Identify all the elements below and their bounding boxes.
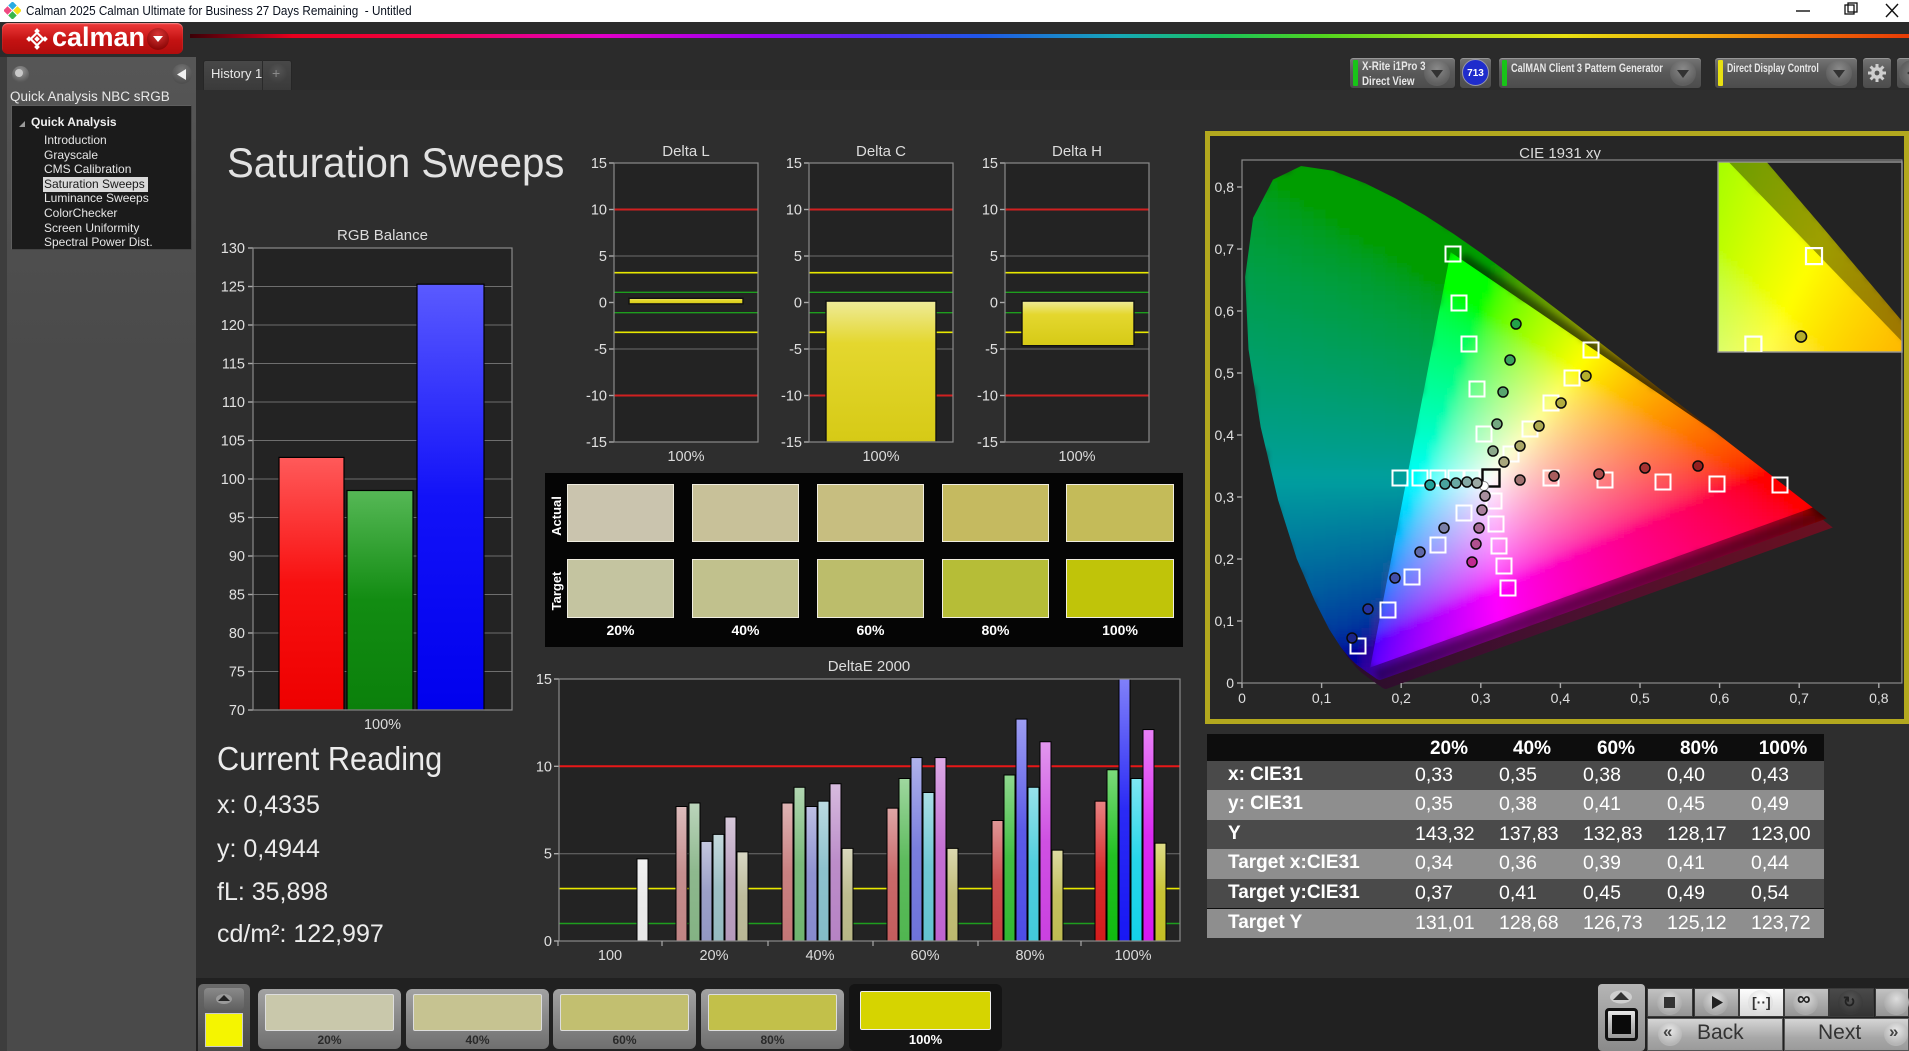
svg-text:100%: 100% xyxy=(1114,948,1151,964)
svg-text:0,8: 0,8 xyxy=(1869,690,1889,706)
svg-text:-5: -5 xyxy=(985,342,998,358)
svg-text:-10: -10 xyxy=(781,389,802,405)
svg-text:115: 115 xyxy=(222,357,245,373)
svg-text:0: 0 xyxy=(990,296,998,312)
svg-text:10: 10 xyxy=(536,759,552,775)
svg-text:5: 5 xyxy=(544,847,552,863)
svg-text:20%: 20% xyxy=(699,948,728,964)
svg-text:5: 5 xyxy=(794,249,802,265)
svg-text:0,7: 0,7 xyxy=(1215,241,1235,257)
svg-text:15: 15 xyxy=(591,156,607,172)
svg-text:0,2: 0,2 xyxy=(1391,690,1411,706)
svg-text:0: 0 xyxy=(599,296,607,312)
svg-text:10: 10 xyxy=(786,203,802,219)
svg-text:10: 10 xyxy=(591,203,607,219)
svg-text:Delta H: Delta H xyxy=(1052,145,1102,160)
svg-text:Delta C: Delta C xyxy=(856,145,906,160)
svg-text:5: 5 xyxy=(599,249,607,265)
svg-text:5: 5 xyxy=(990,249,998,265)
svg-text:-15: -15 xyxy=(781,435,802,451)
svg-text:120: 120 xyxy=(221,318,245,334)
svg-text:0,4: 0,4 xyxy=(1215,427,1235,443)
svg-text:110: 110 xyxy=(222,395,245,411)
svg-text:130: 130 xyxy=(221,241,245,257)
svg-text:80%: 80% xyxy=(1015,948,1044,964)
svg-text:0: 0 xyxy=(1238,690,1246,706)
svg-text:15: 15 xyxy=(536,672,552,688)
svg-text:Delta L: Delta L xyxy=(662,145,710,160)
svg-text:100: 100 xyxy=(221,472,245,488)
svg-text:0,3: 0,3 xyxy=(1215,489,1235,505)
svg-text:0,7: 0,7 xyxy=(1789,690,1809,706)
svg-text:-5: -5 xyxy=(789,342,802,358)
svg-text:0,1: 0,1 xyxy=(1312,690,1332,706)
svg-text:85: 85 xyxy=(229,588,245,604)
svg-text:0: 0 xyxy=(544,934,552,950)
svg-text:80: 80 xyxy=(229,626,245,642)
svg-text:0: 0 xyxy=(794,296,802,312)
svg-text:0,6: 0,6 xyxy=(1215,303,1235,319)
svg-text:60%: 60% xyxy=(910,948,939,964)
svg-text:0,5: 0,5 xyxy=(1630,690,1650,706)
svg-text:0,4: 0,4 xyxy=(1551,690,1571,706)
svg-text:105: 105 xyxy=(221,434,245,450)
svg-text:90: 90 xyxy=(229,549,245,565)
svg-text:75: 75 xyxy=(229,665,245,681)
svg-text:70: 70 xyxy=(229,703,245,719)
svg-text:0,5: 0,5 xyxy=(1215,365,1235,381)
svg-text:-5: -5 xyxy=(594,342,607,358)
svg-text:100%: 100% xyxy=(862,449,899,465)
svg-text:-15: -15 xyxy=(977,435,998,451)
svg-text:0,3: 0,3 xyxy=(1471,690,1491,706)
svg-text:100: 100 xyxy=(598,948,622,964)
svg-text:95: 95 xyxy=(229,511,245,527)
svg-text:-10: -10 xyxy=(977,389,998,405)
svg-text:0,2: 0,2 xyxy=(1215,551,1235,567)
svg-text:10: 10 xyxy=(982,203,998,219)
svg-text:0: 0 xyxy=(1226,675,1234,691)
svg-text:DeltaE 2000: DeltaE 2000 xyxy=(828,658,911,675)
svg-text:-15: -15 xyxy=(586,435,607,451)
svg-text:-10: -10 xyxy=(586,389,607,405)
svg-text:125: 125 xyxy=(221,280,245,296)
svg-text:0,8: 0,8 xyxy=(1215,179,1235,195)
svg-text:100%: 100% xyxy=(1058,449,1095,465)
svg-text:0,6: 0,6 xyxy=(1710,690,1730,706)
svg-text:15: 15 xyxy=(982,156,998,172)
svg-text:100%: 100% xyxy=(667,449,704,465)
svg-text:0,1: 0,1 xyxy=(1215,613,1235,629)
svg-text:100%: 100% xyxy=(364,717,401,733)
svg-text:40%: 40% xyxy=(805,948,834,964)
svg-text:15: 15 xyxy=(786,156,802,172)
svg-text:RGB Balance: RGB Balance xyxy=(337,227,428,244)
